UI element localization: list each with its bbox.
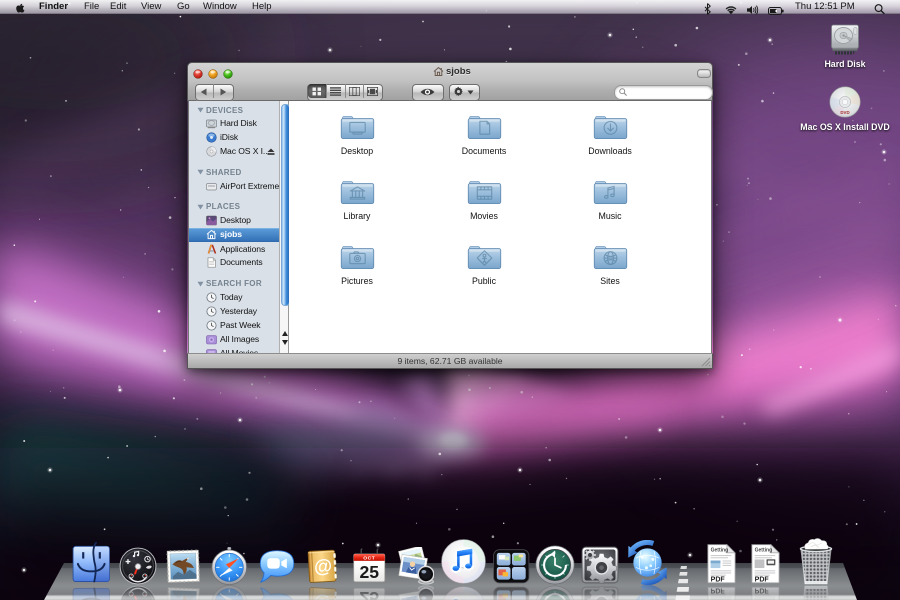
svg-text:DVD: DVD	[840, 110, 849, 115]
svg-text:@: @	[314, 555, 333, 577]
svg-text:PDF: PDF	[710, 576, 725, 583]
svg-text:OCT: OCT	[363, 555, 375, 561]
svg-text:Getting: Getting	[710, 547, 728, 553]
svg-text:Getting: Getting	[754, 547, 772, 553]
svg-text:PDF: PDF	[754, 576, 769, 583]
svg-text:25: 25	[359, 562, 379, 582]
